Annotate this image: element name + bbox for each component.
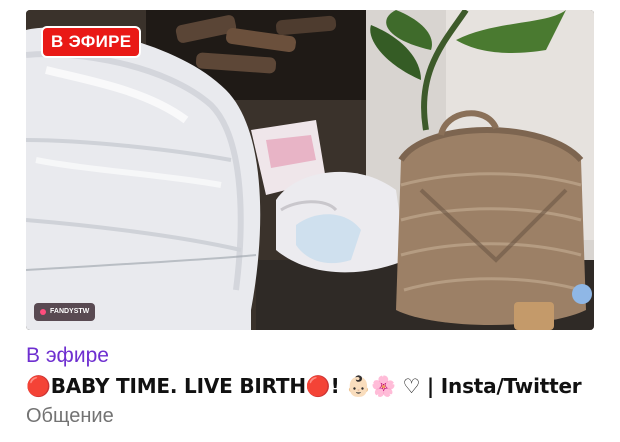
stream-thumbnail[interactable]: В ЭФИРЕ FANDYSTW xyxy=(26,10,594,330)
stream-category[interactable]: Общение xyxy=(26,405,114,428)
live-status-text: В эфире xyxy=(26,344,109,367)
streamer-watermark: FANDYSTW xyxy=(34,303,96,321)
stream-card[interactable]: В ЭФИРЕ FANDYSTW В эфире 🔴BABY TIME. LIV… xyxy=(0,0,620,442)
live-badge: В ЭФИРЕ xyxy=(41,26,142,58)
stream-title[interactable]: 🔴BABY TIME. LIVE BIRTH🔴! 👶🏻🌸 ♡ | Insta/T… xyxy=(26,374,596,398)
tiktok-icon xyxy=(40,309,46,315)
thumbnail-image xyxy=(26,10,594,330)
watermark-handle: FANDYSTW xyxy=(50,308,90,315)
